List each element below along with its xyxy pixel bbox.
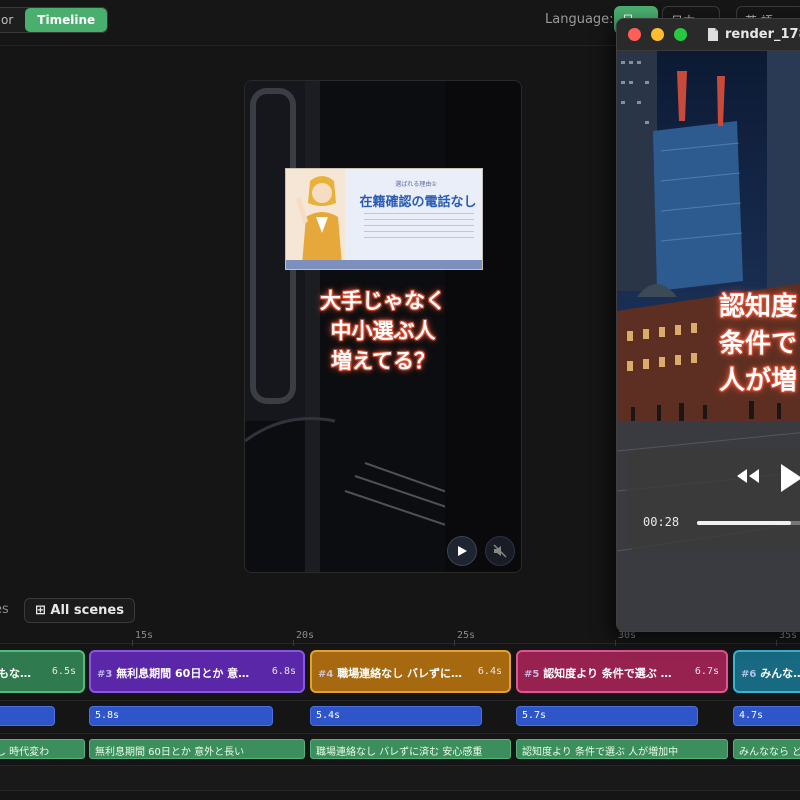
scene-title: もなし … [0,667,39,680]
minimize-window-button[interactable] [651,28,664,41]
woman-illustration [296,176,342,265]
audio-clip[interactable]: 5.7s [516,706,698,726]
video-preview[interactable]: 選ばれる理由① 在籍確認の電話なし 大手じゃなく 中小選ぶ人 増えてる？ [244,80,522,573]
scene-block[interactable]: #3 無利息期間 60日とか 意外と… 6.8s [89,650,305,693]
video-player-window[interactable]: render_178 認知度 条件で 人が増 00:28 [616,18,800,632]
ruler-tick: 20s [292,630,315,646]
infographic-body-text [364,213,474,243]
track-divider [0,700,800,701]
scene-title: #6 みんななら [741,667,800,680]
inset-infographic: 選ばれる理由① 在籍確認の電話なし [285,168,483,270]
scene-block[interactable]: #6 みんななら [733,650,800,693]
progress-slider[interactable] [697,521,800,525]
subtitle-clip[interactable]: 職場連絡なし バレずに済む 安心感重 [310,739,511,759]
scene-duration: 6.7s [694,666,719,677]
tab-editor[interactable]: or [0,8,25,32]
empty-track [0,765,800,791]
preview-caption-line: 中小選ぶ人 [330,319,436,343]
play-icon[interactable] [779,463,800,493]
preview-caption-line: 大手じゃなく [320,289,446,313]
track-divider [0,733,800,734]
ruler-tick: 15s [131,630,154,646]
preview-caption: 大手じゃなく 中小選ぶ人 増えてる？ [245,286,521,376]
video-caption-line: 条件で [719,329,798,359]
audio-clip[interactable]: 5.4s [310,706,482,726]
scene-block[interactable]: もなし … 6.5s [0,650,85,693]
rewind-icon[interactable] [735,467,761,485]
subtitle-clip[interactable]: 無利息期間 60日とか 意外と長い [89,739,305,759]
video-caption-line: 認知度 [719,292,798,322]
volume-mute-icon [493,544,507,558]
infographic-subtitle: 選ばれる理由① [395,181,437,188]
scene-duration: 6.8s [271,666,296,677]
tab-timeline[interactable]: Timeline [25,8,108,32]
audio-clip[interactable]: 5.8s [89,706,273,726]
app-window: or Timeline Language: 日 日本 英 語 [0,0,800,800]
scenes-label: es [0,602,9,617]
subtitle-clip[interactable]: 認知度より 条件で選ぶ 人が増加中 [516,739,728,759]
scene-title: #4 職場連絡なし バレずに済む… [318,667,465,680]
scene-title: #3 無利息期間 60日とか 意外と… [97,667,259,680]
infographic-headline: 在籍確認の電話なし [359,195,477,210]
preview-caption-line: 増えてる？ [331,349,435,373]
document-icon [708,28,718,41]
video-caption-line: 人が増 [719,366,798,396]
current-time: 00:28 [643,515,680,529]
scene-duration: 6.5s [51,666,76,677]
scene-duration: 6.4s [477,666,502,677]
window-titlebar[interactable]: render_178 [617,19,800,51]
all-scenes-button[interactable]: ⊞ All scenes [24,598,135,623]
progress-fill [697,521,791,525]
preview-play-button[interactable] [447,536,477,566]
scene-block[interactable]: #4 職場連絡なし バレずに済む… 6.4s [310,650,511,693]
preview-mute-button[interactable] [485,536,515,566]
audio-clip[interactable] [0,706,55,726]
scene-title: #5 認知度より 条件で選ぶ 人が… [524,667,682,680]
play-icon [458,546,467,556]
language-label: Language: [545,12,614,27]
audio-clip[interactable]: 4.7s [733,706,800,726]
close-window-button[interactable] [628,28,641,41]
subtitle-clip[interactable]: みんななら ど [733,739,800,759]
video-frame: 認知度 条件で 人が増 00:28 [617,51,800,631]
subtitle-clip[interactable]: し 時代変わ [0,739,85,759]
view-mode-toggle: or Timeline [0,7,109,33]
video-caption: 認知度 条件で 人が増 [719,289,797,400]
scene-block[interactable]: #5 認知度より 条件で選ぶ 人が… 6.7s [516,650,728,693]
ruler-tick: 25s [453,630,476,646]
infographic-footer [286,260,482,269]
window-title: render_178 [725,27,800,42]
playback-controls: 00:28 [627,449,800,552]
zoom-window-button[interactable] [674,28,687,41]
